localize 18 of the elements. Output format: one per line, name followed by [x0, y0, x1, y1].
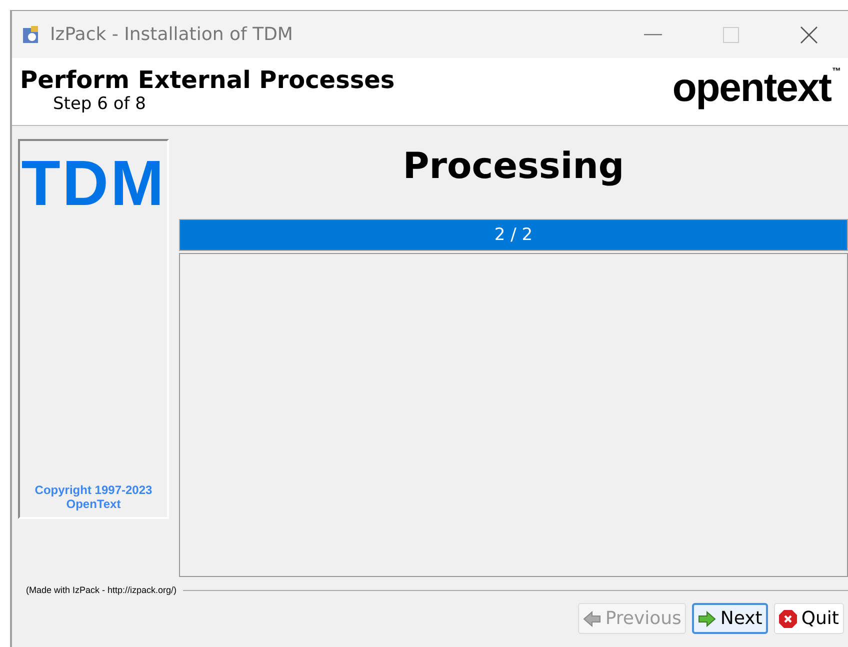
close-icon — [779, 610, 798, 628]
page-title: Perform External Processes — [20, 66, 395, 94]
product-logo: TDM — [21, 151, 166, 215]
company-name: OpenText — [66, 497, 121, 511]
quit-button[interactable]: Quit — [774, 603, 844, 634]
company-logo: opentext$^{™}$ — [672, 66, 840, 111]
step-label: Step 6 of 8 — [53, 94, 147, 114]
app-icon — [22, 26, 40, 44]
progress-reading: 2 / 2 — [494, 225, 533, 245]
right-arrow-icon — [698, 610, 716, 626]
left-arrow-icon — [583, 610, 602, 626]
window-title: IzPack - Installation of TDM — [50, 24, 294, 45]
minimize-icon[interactable] — [644, 34, 662, 36]
close-icon[interactable] — [800, 26, 818, 44]
next-button[interactable]: Next — [692, 603, 768, 634]
section-heading: Processing — [402, 145, 626, 189]
copyright-text: Copyright 1997-2023 — [34, 483, 152, 497]
credit-text: (Made with IzPack - http://izpack.org/) — [26, 585, 177, 595]
